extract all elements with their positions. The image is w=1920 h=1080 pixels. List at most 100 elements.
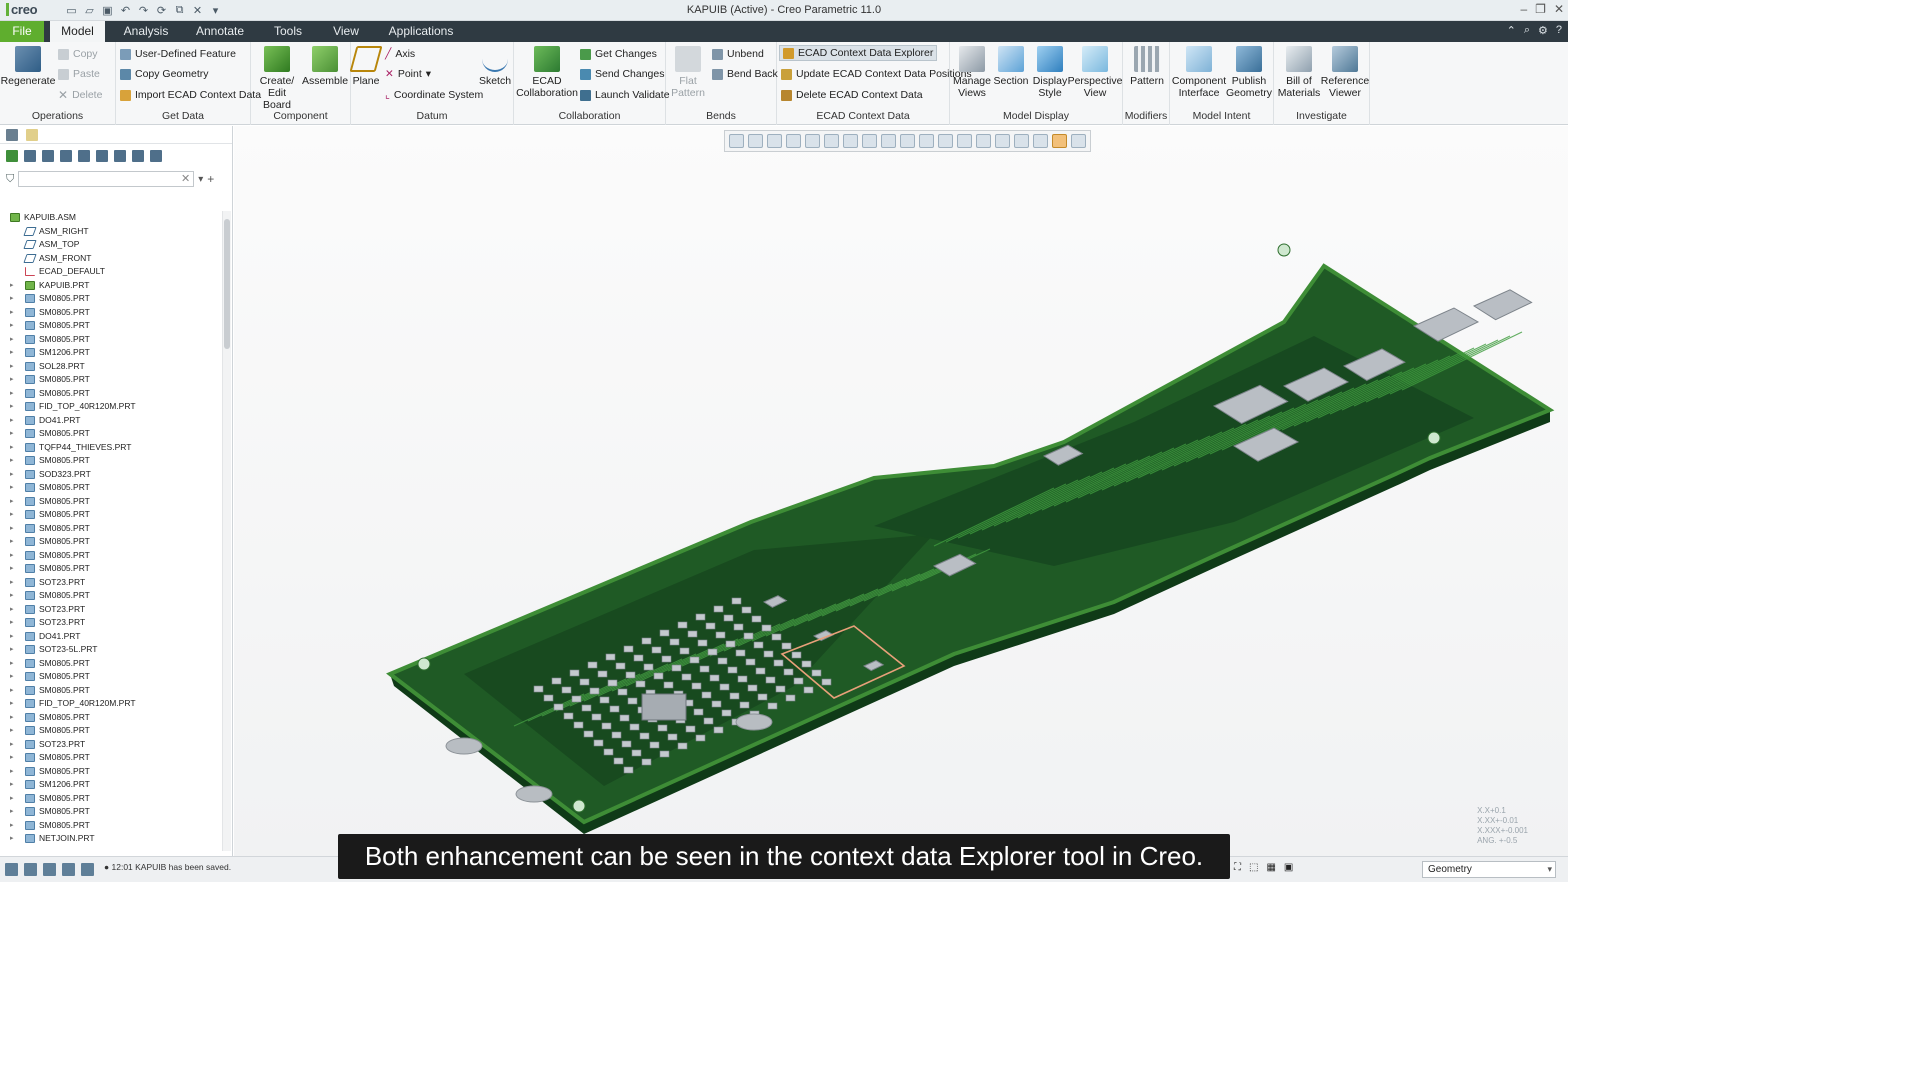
tree-item[interactable]: ▸ SM0805.PRT — [0, 805, 222, 819]
expand-arrow-icon[interactable]: ▸ — [10, 481, 14, 495]
expand-arrow-icon[interactable]: ▸ — [10, 360, 14, 374]
expand-arrow-icon[interactable]: ▸ — [10, 684, 14, 698]
tree-item[interactable]: ▸ SM0805.PRT — [0, 765, 222, 779]
expand-arrow-icon[interactable]: ▸ — [10, 819, 14, 833]
get-changes-button[interactable]: Get Changes — [580, 46, 657, 62]
folder-browser-tab-icon[interactable] — [26, 129, 38, 141]
axis-button[interactable]: ╱ Axis — [385, 46, 415, 62]
expand-arrow-icon[interactable]: ▸ — [10, 724, 14, 738]
tree-item[interactable]: ▸ SM0805.PRT — [0, 549, 222, 563]
display-style-icon[interactable] — [843, 134, 858, 148]
group-label-investigate[interactable]: Investigate — [1274, 110, 1369, 122]
display-style-button[interactable]: Display Style — [1032, 46, 1068, 99]
view-manager-icon[interactable] — [862, 134, 877, 148]
expand-arrow-icon[interactable]: ▸ — [10, 765, 14, 779]
point-display-icon[interactable] — [995, 134, 1010, 148]
tree-item[interactable]: ▸ SOT23.PRT — [0, 603, 222, 617]
tree-item[interactable]: ▸ SM0805.PRT — [0, 684, 222, 698]
tree-filter-icon[interactable] — [96, 150, 108, 162]
tree-show-icon[interactable] — [132, 150, 144, 162]
tree-item[interactable]: ▸ SOT23.PRT — [0, 616, 222, 630]
tree-item[interactable]: ▸ FID_TOP_40R120M.PRT — [0, 400, 222, 414]
funnel-icon[interactable]: ⛉ — [6, 173, 14, 186]
tree-item[interactable]: ▸ SOD323.PRT — [0, 468, 222, 482]
tree-item[interactable]: ▸ SM0805.PRT — [0, 292, 222, 306]
tree-item[interactable]: ▸ SM0805.PRT — [0, 589, 222, 603]
bill-of-materials-button[interactable]: Bill of Materials — [1276, 46, 1322, 99]
undo-icon[interactable]: ↶ — [118, 3, 133, 17]
expand-arrow-icon[interactable]: ▸ — [10, 373, 14, 387]
expand-arrow-icon[interactable]: ▸ — [10, 562, 14, 576]
tab-tools[interactable]: Tools — [268, 21, 308, 42]
binoculars-icon[interactable]: ⛶ — [1234, 862, 1241, 873]
expand-arrow-icon[interactable]: ▸ — [10, 738, 14, 752]
tree-item[interactable]: ▸ TQFP44_THIEVES.PRT — [0, 441, 222, 455]
tree-item[interactable]: ▸ SM0805.PRT — [0, 535, 222, 549]
paste-button[interactable]: Paste — [58, 66, 100, 82]
tree-item[interactable]: ▸ KAPUIB.PRT — [0, 279, 222, 293]
tree-item[interactable]: ▸ SM0805.PRT — [0, 724, 222, 738]
delete-button[interactable]: ✕ Delete — [58, 87, 102, 103]
tree-item[interactable]: ▸ SM0805.PRT — [0, 711, 222, 725]
bend-back-button[interactable]: Bend Back — [712, 66, 778, 82]
expand-arrow-icon[interactable]: ▸ — [10, 346, 14, 360]
tree-columns-icon[interactable] — [60, 150, 72, 162]
tab-analysis[interactable]: Analysis — [118, 21, 174, 42]
tree-item[interactable]: ▸ FID_TOP_40R120M.PRT — [0, 697, 222, 711]
tree-item[interactable]: ▸ SOT23.PRT — [0, 738, 222, 752]
expand-arrow-icon[interactable]: ▸ — [10, 400, 14, 414]
tree-layers-icon[interactable] — [114, 150, 126, 162]
full-screen-icon[interactable] — [43, 863, 56, 876]
tree-item[interactable]: ▸ SM1206.PRT — [0, 346, 222, 360]
settings-icon[interactable]: ⚙ — [1538, 24, 1548, 37]
tree-item[interactable]: ▸ SM0805.PRT — [0, 495, 222, 509]
close-window-icon[interactable]: ✕ — [1554, 2, 1564, 16]
assemble-button[interactable]: Assemble — [302, 46, 348, 87]
delete-ecad-context-button[interactable]: Delete ECAD Context Data — [781, 87, 923, 103]
regenerate-icon[interactable]: ⟳ — [154, 3, 169, 17]
component-interface-button[interactable]: Component Interface — [1172, 46, 1226, 99]
close-icon[interactable]: ✕ — [190, 3, 205, 17]
selection-filter-select[interactable]: Geometry ▾ — [1422, 861, 1556, 878]
copy-geometry-button[interactable]: Copy Geometry — [120, 66, 209, 82]
manage-views-button[interactable]: Manage Views — [952, 46, 992, 99]
group-label-operations[interactable]: Operations — [0, 110, 115, 122]
tree-item[interactable]: ▸ DO41.PRT — [0, 630, 222, 644]
tree-item[interactable]: ASM_TOP — [0, 238, 222, 252]
launch-validate-button[interactable]: Launch Validate — [580, 87, 670, 103]
tree-view-icon[interactable] — [6, 150, 18, 162]
tree-item[interactable]: ▸ SM0805.PRT — [0, 792, 222, 806]
tree-item[interactable]: ▸ SM0805.PRT — [0, 373, 222, 387]
clear-icon[interactable]: ✕ — [181, 172, 190, 185]
tree-item[interactable]: ▸ SM0805.PRT — [0, 670, 222, 684]
expand-arrow-icon[interactable]: ▸ — [10, 751, 14, 765]
tree-item[interactable]: ▸ SM0805.PRT — [0, 333, 222, 347]
expand-arrow-icon[interactable]: ▸ — [10, 670, 14, 684]
expand-arrow-icon[interactable]: ▸ — [10, 333, 14, 347]
point-button[interactable]: ✕ Point ▾ — [385, 66, 431, 82]
appearance-icon[interactable] — [1071, 134, 1086, 148]
flat-pattern-button[interactable]: Flat Pattern — [670, 46, 706, 99]
expand-arrow-icon[interactable]: ▸ — [10, 603, 14, 617]
tree-item[interactable]: ▸ SM0805.PRT — [0, 751, 222, 765]
tree-item[interactable]: ▸ SM0805.PRT — [0, 481, 222, 495]
perspective-icon[interactable] — [881, 134, 896, 148]
expand-arrow-icon[interactable]: ▸ — [10, 292, 14, 306]
restore-icon[interactable]: ❐ — [1535, 2, 1546, 16]
zoom-in-icon[interactable] — [748, 134, 763, 148]
group-label-component[interactable]: Component — [251, 110, 350, 122]
reference-viewer-button[interactable]: Reference Viewer — [1321, 46, 1369, 99]
model-tree-tab-icon[interactable] — [6, 129, 18, 141]
smart-select-icon[interactable]: ▦ — [1266, 862, 1275, 873]
tree-expand-icon[interactable] — [24, 150, 36, 162]
tree-item[interactable]: ▸ SOT23-5L.PRT — [0, 643, 222, 657]
expand-arrow-icon[interactable]: ▸ — [10, 522, 14, 536]
zoom-out-icon[interactable] — [767, 134, 782, 148]
pcb-3d-model[interactable] — [234, 126, 1568, 856]
import-ecad-button[interactable]: Import ECAD Context Data — [120, 87, 261, 103]
render-icon[interactable] — [81, 863, 94, 876]
box-select-icon[interactable]: ⬚ — [1249, 862, 1258, 873]
collapse-ribbon-icon[interactable]: ⌃ — [1507, 24, 1516, 37]
expand-arrow-icon[interactable]: ▸ — [10, 778, 14, 792]
expand-arrow-icon[interactable]: ▸ — [10, 616, 14, 630]
